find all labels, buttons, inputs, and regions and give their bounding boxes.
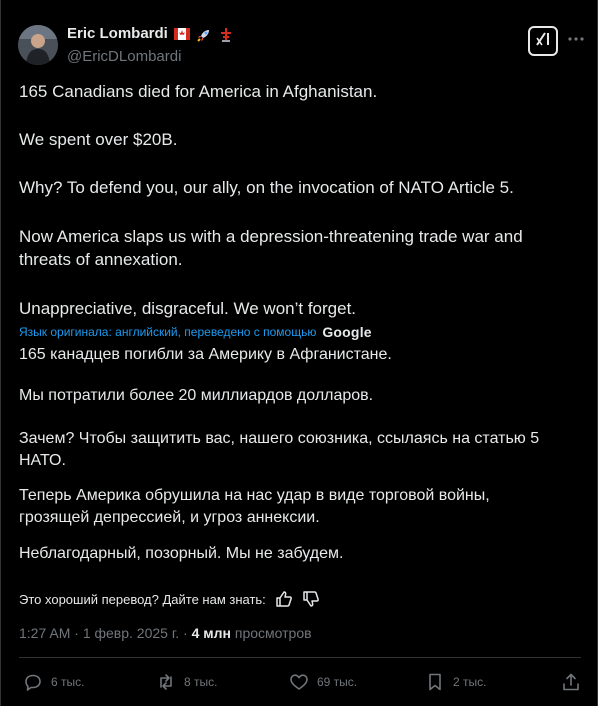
- tweet-meta: 1:27 AM · 1 февр. 2025 г. · 4 млн просмо…: [19, 625, 312, 641]
- like-count: 69 тыс.: [317, 675, 358, 689]
- tweet-paragraph: 165 Canadians died for America in Afghan…: [19, 82, 378, 101]
- meta-separator: ·: [74, 625, 83, 641]
- tweet-paragraph: We spent over $20B.: [19, 130, 178, 149]
- thumbs-down-icon[interactable]: [302, 590, 320, 608]
- tweet-time[interactable]: 1:27 AM: [19, 625, 70, 641]
- share-button[interactable]: [561, 672, 589, 692]
- translation-paragraph: Зачем? Чтобы защитить вас, нашего союзни…: [19, 430, 540, 469]
- repost-count: 8 тыс.: [184, 675, 218, 689]
- reply-count: 6 тыс.: [51, 675, 85, 689]
- rocket-icon: [196, 27, 212, 42]
- author-handle[interactable]: @EricDLombardi: [67, 48, 181, 65]
- views-label: просмотров: [234, 625, 312, 641]
- repost-button[interactable]: 8 тыс.: [156, 672, 217, 692]
- views-count[interactable]: 4 млн: [192, 625, 231, 641]
- reply-button[interactable]: 6 тыс.: [23, 672, 84, 692]
- repost-icon: [160, 674, 172, 690]
- translation-paragraph: 165 канадцев погибли за Америку в Афгани…: [19, 346, 392, 363]
- avatar[interactable]: [18, 25, 58, 65]
- translation-paragraph: Теперь Америка обрушила на нас удар в ви…: [19, 487, 490, 526]
- translation-paragraph: Неблагодарный, позорный. Мы не забудем.: [19, 545, 344, 562]
- like-icon: [290, 674, 308, 690]
- author-name[interactable]: Eric Lombardi: [67, 25, 234, 42]
- bookmark-button[interactable]: 2 тыс.: [425, 672, 486, 692]
- tweet-card: Eric Lombardi @EricDLombardi 165 Canadia…: [0, 0, 598, 706]
- canada-flag-icon: [173, 27, 190, 41]
- grok-button[interactable]: [528, 26, 558, 56]
- author-name-text[interactable]: Eric Lombardi: [67, 25, 168, 42]
- more-button[interactable]: [567, 30, 585, 48]
- tweet-paragraph: Why? To defend you, our ally, on the inv…: [19, 178, 514, 197]
- grok-icon: [534, 30, 552, 53]
- tweet-paragraph: Now America slaps us with a depression-t…: [19, 227, 523, 269]
- translation-feedback: Это хороший перевод? Дайте нам знать:: [19, 590, 320, 608]
- google-logo: Google: [322, 324, 372, 340]
- feedback-prompt: Это хороший перевод? Дайте нам знать:: [19, 591, 266, 607]
- translation-note[interactable]: Язык оригинала: английский, переведено с…: [19, 324, 372, 340]
- tower-icon: [218, 27, 234, 42]
- tweet-date[interactable]: 1 февр. 2025 г.: [83, 625, 179, 641]
- more-icon: [567, 35, 585, 52]
- like-button[interactable]: 69 тыс.: [289, 672, 357, 692]
- bookmark-icon: [429, 673, 441, 691]
- reply-icon: [25, 674, 41, 691]
- translation-note-text[interactable]: Язык оригинала: английский, переведено с…: [19, 325, 316, 339]
- share-icon: [563, 673, 579, 691]
- meta-separator: ·: [183, 625, 192, 641]
- action-bar: 6 тыс. 8 тыс. 69 тыс. 2 тыс.: [1, 672, 598, 696]
- divider: [19, 657, 581, 658]
- tweet-paragraph: Unappreciative, disgraceful. We won’t fo…: [19, 299, 357, 318]
- translation-paragraph: Мы потратили более 20 миллиардов долларо…: [19, 387, 374, 404]
- thumbs-up-icon[interactable]: [275, 590, 293, 608]
- bookmark-count: 2 тыс.: [453, 675, 487, 689]
